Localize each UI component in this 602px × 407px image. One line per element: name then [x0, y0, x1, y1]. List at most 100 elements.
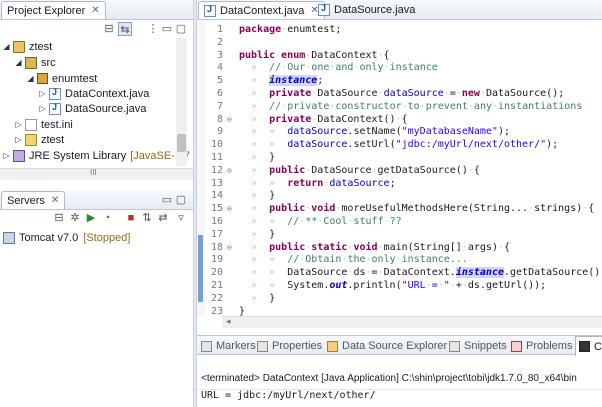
code-text: » » dataSource.setName("myDatabaseName")…: [235, 126, 510, 137]
debug-icon[interactable]: ✲: [68, 211, 82, 225]
code-line[interactable]: 10 » » dataSource.setUrl("jdbc:/myUrl/ne…: [205, 138, 558, 151]
code-token: » »: [251, 177, 276, 189]
tree-item-datacontext-java[interactable]: ▷ DataContext.java: [38, 86, 149, 101]
code-token: .getDataSource();: [504, 267, 602, 279]
code-token: ·DataSource();: [479, 88, 565, 99]
tab-properties[interactable]: Properties: [257, 336, 322, 356]
code-token: » »: [251, 254, 276, 266]
code-editor[interactable]: 1 package·enumtest; 2 3 public·enum·DataCont…: [205, 20, 602, 316]
tree-item-label: enumtest: [52, 72, 98, 85]
start-icon[interactable]: ▶: [84, 211, 98, 225]
problems-icon: [511, 340, 522, 352]
tree-item-test-ini[interactable]: ▷ test.ini: [14, 117, 73, 132]
tree-item-src[interactable]: ◢ src: [14, 55, 56, 70]
maximize-icon[interactable]: ▢: [174, 22, 188, 36]
minimize-icon[interactable]: ▭: [160, 193, 174, 207]
code-line[interactable]: 2: [205, 36, 239, 49]
expand-arrow-icon[interactable]: ▷: [14, 120, 23, 129]
expand-arrow-icon[interactable]: ▷: [2, 151, 11, 160]
collapse-all-icon[interactable]: ⊟: [102, 22, 116, 36]
code-line[interactable]: 20 » » DataSource·ds·=·DataContext.insta…: [205, 266, 602, 279]
expand-arrow-icon[interactable]: ▷: [14, 135, 23, 144]
code-line[interactable]: 13 » » return·dataSource;: [205, 177, 396, 190]
tab-datasource-java[interactable]: DataSource.java: [313, 1, 420, 19]
code-token: //·private·constructor·to·prevent·any·in…: [269, 100, 583, 112]
code-text: package·enumtest;: [235, 24, 341, 35]
code-line[interactable]: 7 » //·private·constructor·to·prevent·an…: [205, 100, 582, 113]
close-icon[interactable]: ✕: [51, 195, 59, 206]
project-horizontal-scrollbar[interactable]: III: [0, 168, 193, 180]
close-icon[interactable]: ✕: [91, 5, 99, 16]
code-line[interactable]: 1 package·enumtest;: [205, 23, 341, 36]
code-token: public: [269, 203, 306, 215]
code-line[interactable]: 15 ⊖ » public·void·moreUsefulMethodsHere(…: [205, 202, 594, 215]
code-line[interactable]: 18 ⊖ » public·static·void·main(String[]·a…: [205, 241, 510, 254]
stop-icon[interactable]: ■: [124, 211, 138, 225]
tree-item-enumtest[interactable]: ◢ enumtest: [26, 71, 97, 86]
code-line[interactable]: 17 » }: [205, 228, 275, 241]
server-item-tomcat[interactable]: Tomcat v7.0 [Stopped]: [3, 230, 130, 245]
tab-snippets[interactable]: Snippets: [449, 336, 507, 356]
code-line[interactable]: 4 » //·Our·one·and·only·instance: [205, 61, 438, 74]
link-with-editor-icon[interactable]: ⇆: [118, 22, 132, 36]
maximize-icon[interactable]: ▢: [174, 193, 188, 207]
tab-markers[interactable]: Markers: [201, 336, 256, 356]
tab-servers[interactable]: Servers ✕: [1, 191, 66, 209]
minimize-icon[interactable]: ▭: [160, 22, 174, 36]
code-line[interactable]: 22 » }: [205, 292, 275, 305]
scroll-thumb[interactable]: [177, 134, 186, 152]
code-line[interactable]: 16 » » //·**·Cool·stuff·??: [205, 215, 402, 228]
view-menu-icon[interactable]: ⋮: [146, 22, 160, 36]
code-token: »: [251, 62, 258, 74]
editor-tabbar: DataContext.java ✕ DataSource.java: [197, 0, 602, 20]
code-line[interactable]: 5 » instance;: [205, 74, 323, 87]
fold-toggle-icon[interactable]: ⊖: [227, 243, 235, 252]
code-line[interactable]: 9 » » dataSource.setName("myDatabaseName…: [205, 125, 510, 138]
tab-datacontext-java[interactable]: DataContext.java ✕: [198, 1, 325, 19]
view-menu-icon[interactable]: ▿: [174, 211, 188, 225]
tree-item-ztest-folder[interactable]: ▷ ztest: [14, 132, 64, 147]
snippets-icon: [449, 340, 460, 352]
expand-arrow-icon[interactable]: ▷: [38, 89, 47, 98]
code-line[interactable]: 8 ⊖ » private·DataContext()·{: [205, 113, 408, 126]
tree-item-jre-library[interactable]: ▷ JRE System Library [JavaSE-1.7: [2, 148, 190, 163]
code-line[interactable]: 14 » }: [205, 189, 275, 202]
bottom-tab-label: C: [594, 340, 602, 353]
fold-toggle-icon[interactable]: ⊖: [227, 204, 235, 213]
scroll-left-arrow-icon[interactable]: ◂: [226, 316, 231, 327]
editor-horizontal-scrollbar[interactable]: ◂: [222, 316, 602, 328]
tab-data-source-explorer[interactable]: Data Source Explorer: [327, 336, 447, 356]
project-icon: [13, 40, 25, 53]
fold-toggle-icon[interactable]: ⊖: [227, 115, 235, 124]
tab-project-explorer[interactable]: Project Explorer ✕: [1, 1, 106, 19]
code-text: public·enum·DataContext·{: [235, 50, 390, 61]
code-line[interactable]: 21 » » System.out.println("URL·=·"·+·ds.…: [205, 279, 546, 292]
code-line[interactable]: 12 ⊖ » public·DataSource·getDataSource()·…: [205, 164, 480, 177]
code-token: ·DataSource·getDataSource()·{: [305, 164, 480, 176]
tree-item-ztest-project[interactable]: ◢ ztest: [2, 39, 52, 54]
project-vertical-scrollbar[interactable]: [176, 38, 187, 166]
tree-item-datasource-java[interactable]: ▷ DataSource.java: [38, 101, 146, 116]
publish-icon[interactable]: ⇅: [140, 211, 154, 225]
code-line[interactable]: 23}: [205, 305, 245, 316]
collapse-all-icon[interactable]: ⊟: [52, 211, 66, 225]
clean-icon[interactable]: ⇄: [156, 211, 170, 225]
tab-problems[interactable]: Problems: [511, 336, 572, 356]
code-line[interactable]: 3 public·enum·DataContext·{: [205, 49, 390, 62]
code-token: "URL·=·": [401, 280, 450, 291]
collapse-arrow-icon[interactable]: ◢: [2, 42, 11, 51]
bottom-tabbar: Markers Properties Data Source Explorer …: [197, 335, 602, 356]
line-number: 14: [210, 190, 223, 202]
expand-arrow-icon[interactable]: ▷: [38, 104, 47, 113]
code-token: »: [251, 203, 258, 215]
console-output[interactable]: URL = jdbc:/myUrl/next/other/: [197, 389, 602, 405]
collapse-arrow-icon[interactable]: ◢: [14, 58, 23, 67]
tab-console[interactable]: C: [575, 336, 602, 356]
code-line[interactable]: 19 » » //·Obtain·the·only·instance...: [205, 253, 468, 266]
code-line[interactable]: 6 » private·DataSource·dataSource·=·new·…: [205, 87, 564, 100]
code-line[interactable]: 11 » }: [205, 151, 275, 164]
collapse-arrow-icon[interactable]: ◢: [26, 74, 35, 83]
fold-toggle-icon[interactable]: ⊖: [227, 166, 235, 175]
code-text: » instance;: [235, 75, 323, 87]
profile-icon[interactable]: ◔: [100, 211, 114, 225]
